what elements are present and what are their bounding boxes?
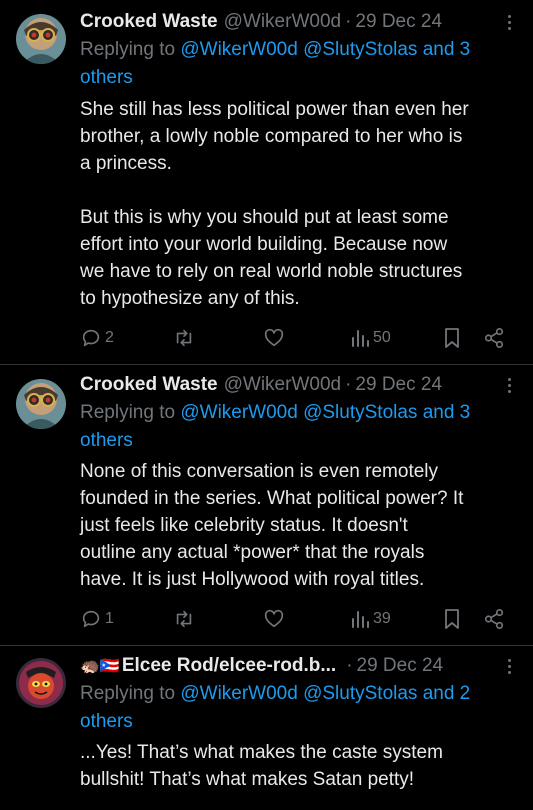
reply-others-link[interactable]: others [80, 430, 133, 451]
replying-to: Replying to @WikerW00d @SlutyStolas and … [80, 399, 517, 455]
tweet-text: She still has less political power than … [80, 99, 469, 309]
tweet[interactable]: Crooked Waste @WikerW00d · 29 Dec 24 Rep… [0, 0, 533, 364]
replying-to-label: Replying to [80, 683, 181, 704]
tweet-header: 🦔🇵🇷 Elcee Rod/elcee-rod.b... · 29 Dec 24 [80, 653, 517, 679]
user-handle[interactable]: @WikerW00d [224, 374, 341, 396]
reply-count: 2 [105, 329, 114, 346]
separator-dot: · [346, 655, 353, 676]
reply-others-link[interactable]: others [80, 711, 133, 732]
bookmark-icon [445, 328, 459, 348]
reply-count: 1 [105, 610, 114, 627]
reply-mentions[interactable]: @WikerW00d @SlutyStolas and 3 [180, 39, 470, 60]
view-count: 50 [373, 329, 391, 346]
avatar[interactable] [16, 14, 66, 64]
display-name[interactable]: Crooked Waste [80, 11, 218, 33]
action-bar: 2 50 [80, 327, 517, 351]
user-handle[interactable]: @WikerW00d [224, 11, 341, 33]
like-button[interactable] [263, 608, 285, 630]
reply-thread: Crooked Waste @WikerW00d · 29 Dec 24 Rep… [0, 0, 533, 810]
replying-to: Replying to @WikerW00d @SlutyStolas and … [80, 680, 517, 736]
views-button[interactable]: 50 [350, 327, 391, 349]
views-icon [352, 330, 369, 347]
more-icon[interactable] [499, 9, 519, 35]
bookmark-button[interactable] [442, 327, 462, 349]
tweet[interactable]: 🦔🇵🇷 Elcee Rod/elcee-rod.b... · 29 Dec 24… [0, 646, 533, 810]
replying-to: Replying to @WikerW00d @SlutyStolas and … [80, 36, 517, 92]
post-date[interactable]: 29 Dec 24 [355, 11, 442, 33]
retweet-button[interactable] [173, 608, 195, 630]
display-name[interactable]: Elcee Rod/elcee-rod.b... [122, 655, 336, 677]
tweet-header: Crooked Waste @WikerW00d · 29 Dec 24 [80, 9, 517, 35]
more-icon[interactable] [499, 653, 519, 679]
reply-mentions[interactable]: @WikerW00d @SlutyStolas and 2 [180, 683, 470, 704]
display-name[interactable]: Crooked Waste [80, 374, 218, 396]
action-bar: 1 39 [80, 608, 517, 632]
share-icon [484, 609, 504, 629]
tweet[interactable]: Crooked Waste @WikerW00d · 29 Dec 24 Rep… [0, 365, 533, 645]
like-icon [264, 609, 284, 628]
avatar[interactable] [16, 379, 66, 429]
reply-mentions[interactable]: @WikerW00d @SlutyStolas and 3 [180, 402, 470, 423]
more-icon[interactable] [499, 372, 519, 398]
like-icon [264, 328, 284, 347]
retweet-button[interactable] [173, 327, 195, 349]
separator-dot: · [345, 374, 352, 395]
reply-others-link[interactable]: others [80, 67, 133, 88]
share-button[interactable] [483, 327, 505, 349]
tweet-text: None of this conversation is even remote… [80, 461, 464, 590]
post-date[interactable]: 29 Dec 24 [355, 374, 442, 396]
like-button[interactable] [263, 327, 285, 349]
avatar[interactable] [16, 658, 66, 708]
separator-dot: · [345, 11, 352, 32]
retweet-icon [176, 329, 192, 347]
bookmark-button[interactable] [442, 608, 462, 630]
post-date[interactable]: 29 Dec 24 [357, 655, 444, 677]
views-icon [352, 611, 369, 628]
views-button[interactable]: 39 [350, 608, 391, 630]
replying-to-label: Replying to [80, 402, 181, 423]
share-button[interactable] [483, 608, 505, 630]
replying-to-label: Replying to [80, 39, 181, 60]
share-icon [484, 328, 504, 348]
tweet-text: ...Yes! That’s what makes the caste syst… [80, 742, 443, 790]
reply-icon [82, 610, 100, 628]
view-count: 39 [373, 610, 391, 627]
retweet-icon [176, 610, 192, 628]
reply-button[interactable]: 2 [80, 327, 114, 349]
reply-icon [82, 329, 100, 347]
tweet-header: Crooked Waste @WikerW00d · 29 Dec 24 [80, 372, 517, 398]
bookmark-icon [445, 609, 459, 629]
reply-button[interactable]: 1 [80, 608, 114, 630]
name-emojis: 🦔🇵🇷 [80, 658, 120, 675]
